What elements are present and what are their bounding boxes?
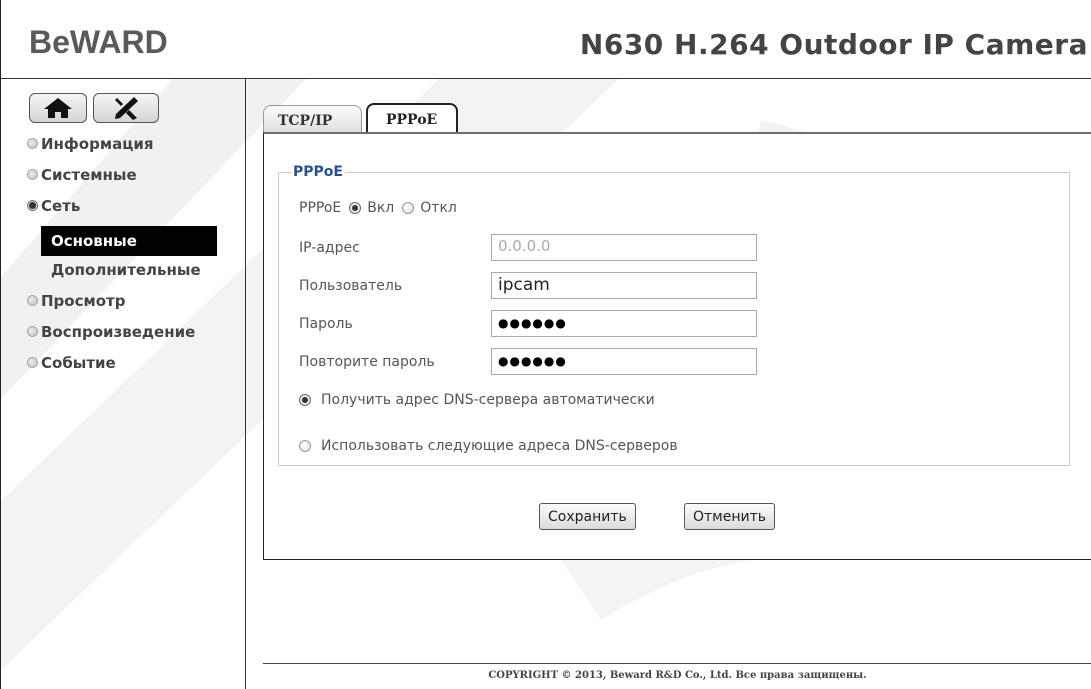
menu-bullet-icon <box>27 169 38 180</box>
pppoe-fieldset: PPPoE PPPoE Вкл Откл IP-адрес 0.0.0.0 По… <box>278 164 1070 466</box>
home-icon <box>44 98 72 118</box>
home-button[interactable] <box>29 93 87 123</box>
sidebar: Информация Системные Сеть Просмотр Воспр… <box>1 79 246 689</box>
save-button[interactable]: Сохранить <box>539 503 636 530</box>
menu-item-info[interactable]: Информация <box>27 134 195 165</box>
menu-item-label: Событие <box>41 354 116 372</box>
footer-divider <box>263 663 1091 664</box>
menu-bullet-active-icon <box>27 200 38 211</box>
submenu-item-basic[interactable]: Основные <box>41 226 217 256</box>
dns-auto-row: Получить адрес DNS-сервера автоматически <box>299 392 655 408</box>
tools-icon <box>115 97 138 120</box>
user-label: Пользователь <box>299 278 403 294</box>
pppoe-on-label: Вкл <box>367 200 395 216</box>
pppoe-off-label: Откл <box>420 200 457 216</box>
footer-copyright: COPYRIGHT © 2013, Beward R&D Co., Ltd. В… <box>488 670 867 681</box>
pppoe-panel: PPPoE PPPoE Вкл Откл IP-адрес 0.0.0.0 По… <box>263 132 1091 560</box>
submenu-item-advanced[interactable]: Дополнительные <box>51 261 201 279</box>
menu-item-event[interactable]: Событие <box>27 353 195 384</box>
menu-item-label: Просмотр <box>41 292 126 310</box>
menu-bullet-icon <box>27 357 38 368</box>
dns-manual-row: Использовать следующие адреса DNS-сервер… <box>299 438 678 454</box>
pppoe-toggle-row: PPPoE Вкл Откл <box>299 200 457 216</box>
menu-item-system[interactable]: Системные <box>27 165 195 196</box>
settings-button[interactable] <box>93 93 159 123</box>
pppoe-label: PPPoE <box>299 200 342 216</box>
menu-bullet-icon <box>27 138 38 149</box>
menu-item-network[interactable]: Сеть <box>27 196 195 227</box>
password-label: Пароль <box>299 316 353 332</box>
repeat-password-field[interactable]: ●●●●●● <box>491 348 757 375</box>
password-field[interactable]: ●●●●●● <box>491 310 757 337</box>
menu-item-label: Системные <box>41 166 137 184</box>
logo-text: BeWARD <box>29 24 168 58</box>
toolbar <box>29 93 159 123</box>
ip-address-field[interactable]: 0.0.0.0 <box>491 234 757 261</box>
dns-manual-label: Использовать следующие адреса DNS-сервер… <box>321 438 678 454</box>
menu-item-playback[interactable]: Воспроизведение <box>27 322 195 353</box>
pppoe-on-radio[interactable] <box>349 202 362 214</box>
header: BeWARD N630 H.264 Outdoor IP Camera <box>1 0 1091 79</box>
dns-auto-label: Получить адрес DNS-сервера автоматически <box>321 392 655 408</box>
menu-bullet-icon <box>27 295 38 306</box>
dns-manual-radio[interactable] <box>299 440 311 452</box>
cancel-button[interactable]: Отменить <box>684 503 776 530</box>
tab-pppoe[interactable]: PPPoE <box>366 103 458 133</box>
pppoe-off-radio[interactable] <box>402 202 415 214</box>
dns-auto-radio[interactable] <box>299 394 311 406</box>
menu-item-view[interactable]: Просмотр <box>27 291 195 322</box>
menu-item-label: Информация <box>41 135 154 153</box>
repeat-password-label: Повторите пароль <box>299 354 435 370</box>
menu-bullet-icon <box>27 326 38 337</box>
page-title: N630 H.264 Outdoor IP Camera <box>579 28 1088 61</box>
username-field[interactable]: ipcam <box>491 272 757 299</box>
menu-item-label: Сеть <box>41 197 81 215</box>
main-menu: Информация Системные Сеть Просмотр Воспр… <box>27 134 195 384</box>
ip-label: IP-адрес <box>299 240 360 256</box>
fieldset-legend: PPPoE <box>293 164 343 180</box>
app-window: BeWARD N630 H.264 Outdoor IP Camera Инфо… <box>0 0 1091 689</box>
menu-item-label: Воспроизведение <box>41 323 196 341</box>
tab-tcpip[interactable]: TCP/IP <box>263 105 362 133</box>
tab-bar: TCP/IP PPPoE <box>263 103 458 133</box>
beward-logo: BeWARD <box>29 24 189 62</box>
